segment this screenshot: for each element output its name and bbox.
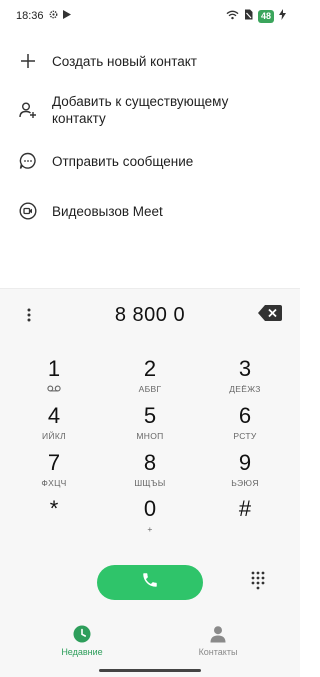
key-0[interactable]: 0 + [110,497,190,545]
plus-icon [18,51,38,71]
key-9[interactable]: 9 ЬЭЮЯ [205,451,285,499]
key-7[interactable]: 7 ФХЦЧ [14,451,94,499]
sim-off-icon [244,9,253,23]
contact-actions-menu: Создать новый контакт Добавить к существ… [0,40,300,238]
battery-icon: 48 [257,9,274,23]
bottom-navigation: Недавние Контакты [0,625,300,661]
dialpad-toggle-icon[interactable] [250,571,270,593]
key-digit: # [238,496,252,521]
message-icon [18,151,38,171]
key-letters: РСТУ [233,431,257,441]
send-message-label: Отправить сообщение [52,153,194,169]
key-4[interactable]: 4 ИЙКЛ [14,404,94,452]
key-3[interactable]: 3 ДЕЁЖЗ [205,357,285,405]
key-1[interactable]: 1 [14,357,94,405]
key-digit: 4 [47,403,61,428]
key-letters: ШЩЪЫ [134,478,166,488]
play-store-icon [62,10,71,22]
status-left: 18:36 [16,10,71,22]
status-bar: 18:36 48 [0,0,300,32]
nav-recent-label: Недавние [61,647,103,657]
key-letters: МНОП [136,431,164,441]
home-indicator [99,669,201,672]
voicemail-icon [14,384,94,394]
key-digit: 9 [238,450,252,475]
key-letters: ИЙКЛ [42,431,66,441]
add-to-existing-label: Добавить к существующему контакту [52,94,229,126]
key-letters: АБВГ [138,384,162,394]
key-5[interactable]: 5 МНОП [110,404,190,452]
wifi-icon [226,10,239,23]
number-row: 8 800 0 [0,289,300,341]
key-6[interactable]: 6 РСТУ [205,404,285,452]
nav-contacts-label: Контакты [198,647,238,657]
meet-video-call-item[interactable]: Видеовызов Meet [0,184,300,238]
dialer-panel: 8 800 0 1 2 АБВГ 3 ДЕЁЖЗ 4 ИЙКЛ 5 МНОП 6… [0,288,300,677]
nav-recent[interactable]: Недавние [42,625,122,657]
charging-icon [279,9,286,23]
key-digit: 0 [143,496,157,521]
key-letters: + [147,524,153,534]
key-digit: 3 [238,356,252,381]
key-digit: 7 [47,450,61,475]
meet-video-call-label: Видеовызов Meet [52,203,163,219]
key-letters: ДЕЁЖЗ [229,384,261,394]
key-2[interactable]: 2 АБВГ [110,357,190,405]
overflow-menu-icon[interactable] [22,305,36,325]
phone-icon [141,571,159,594]
key-letters: ФХЦЧ [41,478,67,488]
dialed-number: 8 800 0 [114,303,186,326]
person-add-icon [18,100,38,120]
video-call-icon [18,201,38,221]
status-right: 48 [226,9,286,23]
send-message-item[interactable]: Отправить сообщение [0,138,300,184]
create-contact-label: Создать новый контакт [52,53,197,69]
add-to-existing-item[interactable]: Добавить к существующему контакту [0,82,300,138]
key-digit: * [49,496,59,521]
key-8[interactable]: 8 ШЩЪЫ [110,451,190,499]
recent-clock-icon [73,625,91,643]
contacts-person-icon [209,625,227,643]
call-button[interactable] [97,565,203,600]
backspace-icon[interactable] [258,305,282,325]
key-digit: 8 [143,450,157,475]
key-digit: 1 [47,356,61,381]
key-digit: 5 [143,403,157,428]
nav-contacts[interactable]: Контакты [178,625,258,657]
key-digit: 6 [238,403,252,428]
key-hash[interactable]: # [205,497,285,545]
key-letters: ЬЭЮЯ [231,478,259,488]
settings-gear-icon [49,10,58,22]
status-time: 18:36 [16,10,44,22]
key-digit: 2 [143,356,157,381]
create-contact-item[interactable]: Создать новый контакт [0,40,300,82]
key-star[interactable]: * [14,497,94,545]
